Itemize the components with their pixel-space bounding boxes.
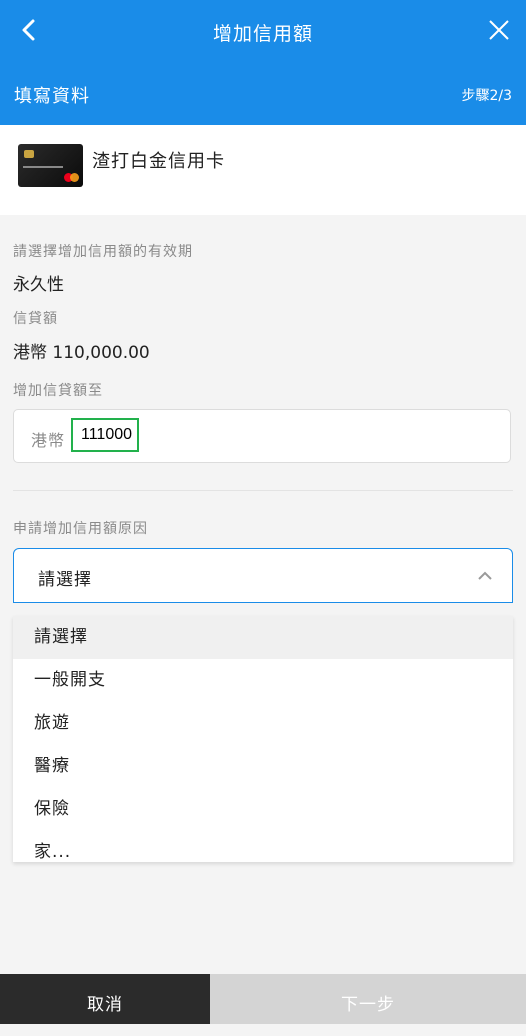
reason-label: 申請增加信用額原因: [13, 521, 148, 537]
dropdown-option[interactable]: 旅遊: [13, 702, 513, 745]
credit-card-image: [18, 144, 83, 187]
dropdown-option[interactable]: 家...: [13, 831, 513, 862]
increase-amount-input[interactable]: [71, 418, 139, 452]
validity-label: 請選擇增加信用額的有效期: [13, 244, 193, 260]
currency-prefix: 港幣: [31, 431, 66, 450]
dropdown-option[interactable]: 請選擇: [13, 616, 513, 659]
increase-to-label: 增加信貸額至: [13, 383, 103, 399]
card-name: 渣打白金信用卡: [92, 151, 225, 172]
dropdown-option[interactable]: 保險: [13, 788, 513, 831]
close-icon[interactable]: [484, 15, 514, 45]
cancel-button[interactable]: 取消: [0, 974, 210, 1024]
step-bar: 填寫資料 步驟2/3: [0, 62, 526, 125]
top-bar: 增加信用額: [0, 0, 526, 62]
reason-dropdown-list: 請選擇 一般開支 旅遊 醫療 保險 家...: [13, 616, 513, 862]
page-title: 增加信用額: [212, 23, 313, 45]
next-button[interactable]: 下一步: [210, 974, 526, 1024]
dropdown-option[interactable]: 醫療: [13, 745, 513, 788]
credit-limit-value: 港幣 110,000.00: [13, 343, 150, 363]
chevron-up-icon: [478, 571, 492, 580]
dropdown-option[interactable]: 一般開支: [13, 659, 513, 702]
step-indicator: 步驟2/3: [461, 88, 512, 104]
reason-select[interactable]: 請選擇: [13, 548, 513, 603]
divider: [13, 490, 513, 491]
credit-limit-label: 信貸額: [13, 311, 58, 327]
card-summary: 渣打白金信用卡: [0, 125, 526, 215]
increase-amount-field[interactable]: 港幣: [13, 409, 511, 463]
reason-selected-value: 請選擇: [38, 570, 92, 590]
validity-value: 永久性: [13, 275, 64, 295]
step-title: 填寫資料: [14, 86, 90, 107]
